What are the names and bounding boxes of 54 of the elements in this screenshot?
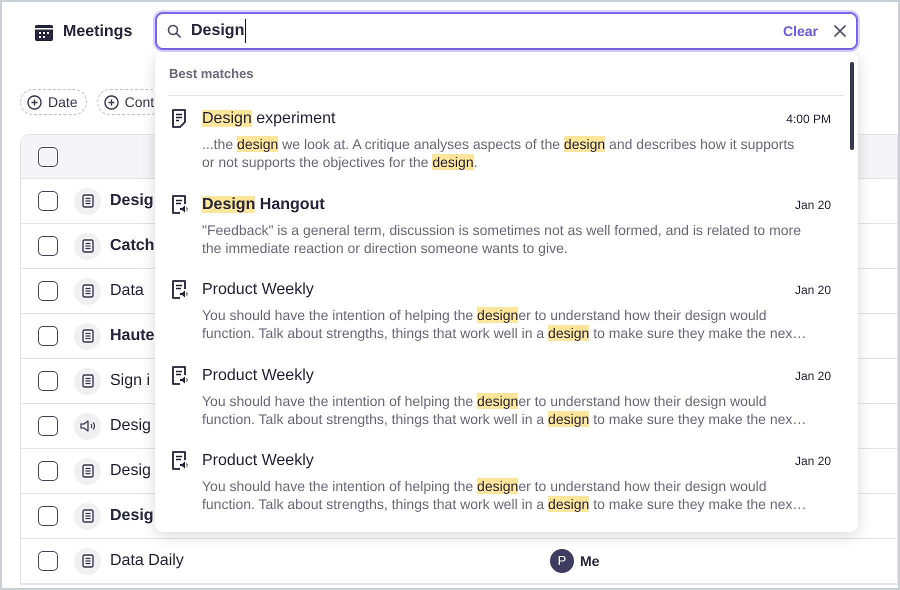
checkbox[interactable]	[38, 326, 58, 346]
result-title: Product Weekly	[202, 280, 314, 300]
result-title: Design Hangout	[202, 194, 325, 214]
result-time: Jan 20	[794, 282, 831, 299]
result-title: Product Weekly	[202, 451, 314, 471]
checkbox[interactable]	[38, 506, 58, 526]
document-icon	[82, 509, 94, 523]
document-icon	[82, 194, 94, 208]
checkbox[interactable]	[38, 461, 58, 481]
notes-speaker-icon	[171, 366, 189, 384]
result-time: 4:00 PM	[786, 111, 831, 128]
plus-circle-icon	[27, 94, 42, 110]
notes-speaker-icon	[171, 194, 189, 214]
document-icon	[82, 329, 94, 343]
document-icon	[82, 464, 94, 478]
speaker-icon	[80, 419, 96, 433]
clear-button[interactable]: Clear	[782, 20, 818, 42]
filter-chip[interactable]: Date	[20, 89, 87, 115]
checkbox[interactable]	[38, 416, 58, 436]
section-heading: Best matches	[169, 64, 254, 83]
result-time: Jan 20	[794, 453, 831, 470]
checkbox[interactable]	[38, 236, 58, 256]
search-result[interactable]: Design Hangout Jan 20 "Feedback" is a general term, discussion is sometimes not as well formed, and is related to more the immediate reaction or direction someone wants to give.	[155, 182, 858, 267]
document-icon	[82, 374, 94, 388]
checkbox[interactable]	[38, 191, 58, 211]
page-title: Meetings	[63, 22, 132, 42]
document-icon	[82, 284, 94, 298]
checkbox[interactable]	[38, 371, 58, 391]
checkbox[interactable]	[38, 551, 58, 571]
avatar: P	[550, 549, 574, 573]
owner-name: Me	[580, 552, 600, 570]
search-field[interactable]: Design Clear	[155, 12, 858, 50]
close-icon[interactable]	[834, 25, 846, 37]
scrollbar[interactable]	[850, 62, 854, 150]
result-time: Jan 20	[794, 368, 831, 384]
result-snippet: "Feedback" is a general term, discussion is sometimes not as well formed, and is related to more the immediate reaction or direction someone wants to give.	[202, 220, 802, 256]
calendar-icon	[35, 24, 53, 40]
document-icon	[82, 554, 94, 568]
result-title: Design experiment	[202, 109, 336, 129]
result-title: Product Weekly	[202, 366, 314, 386]
meeting-name[interactable]: Data Daily	[110, 549, 550, 573]
plus-circle-icon	[104, 94, 119, 110]
result-snippet: You should have the intention of helping the designer to understand how their design would function. Talk about strengths, things that work well in a design to make sure they make the nex…	[202, 392, 808, 428]
document-icon	[82, 239, 94, 253]
result-time: Jan 20	[794, 196, 831, 214]
notes-icon	[171, 109, 187, 128]
notes-speaker-icon	[171, 451, 189, 470]
result-snippet: You should have the intention of helping the designer to understand how their design would function. Talk about strengths, things that work well in a design to make sure they make the nex…	[202, 306, 808, 342]
result-snippet: ...the design we look at. A critique analyses aspects of the design and describes how it supports or not supports the objectives for the design.	[202, 135, 796, 171]
notes-speaker-icon	[171, 280, 189, 299]
checkbox[interactable]	[38, 146, 58, 166]
result-snippet: You should have the intention of helping the designer to understand how their design would function. Talk about strengths, things that work well in a design to make sure they make the nex…	[202, 477, 808, 513]
search-icon	[167, 24, 181, 38]
checkbox[interactable]	[38, 281, 58, 301]
